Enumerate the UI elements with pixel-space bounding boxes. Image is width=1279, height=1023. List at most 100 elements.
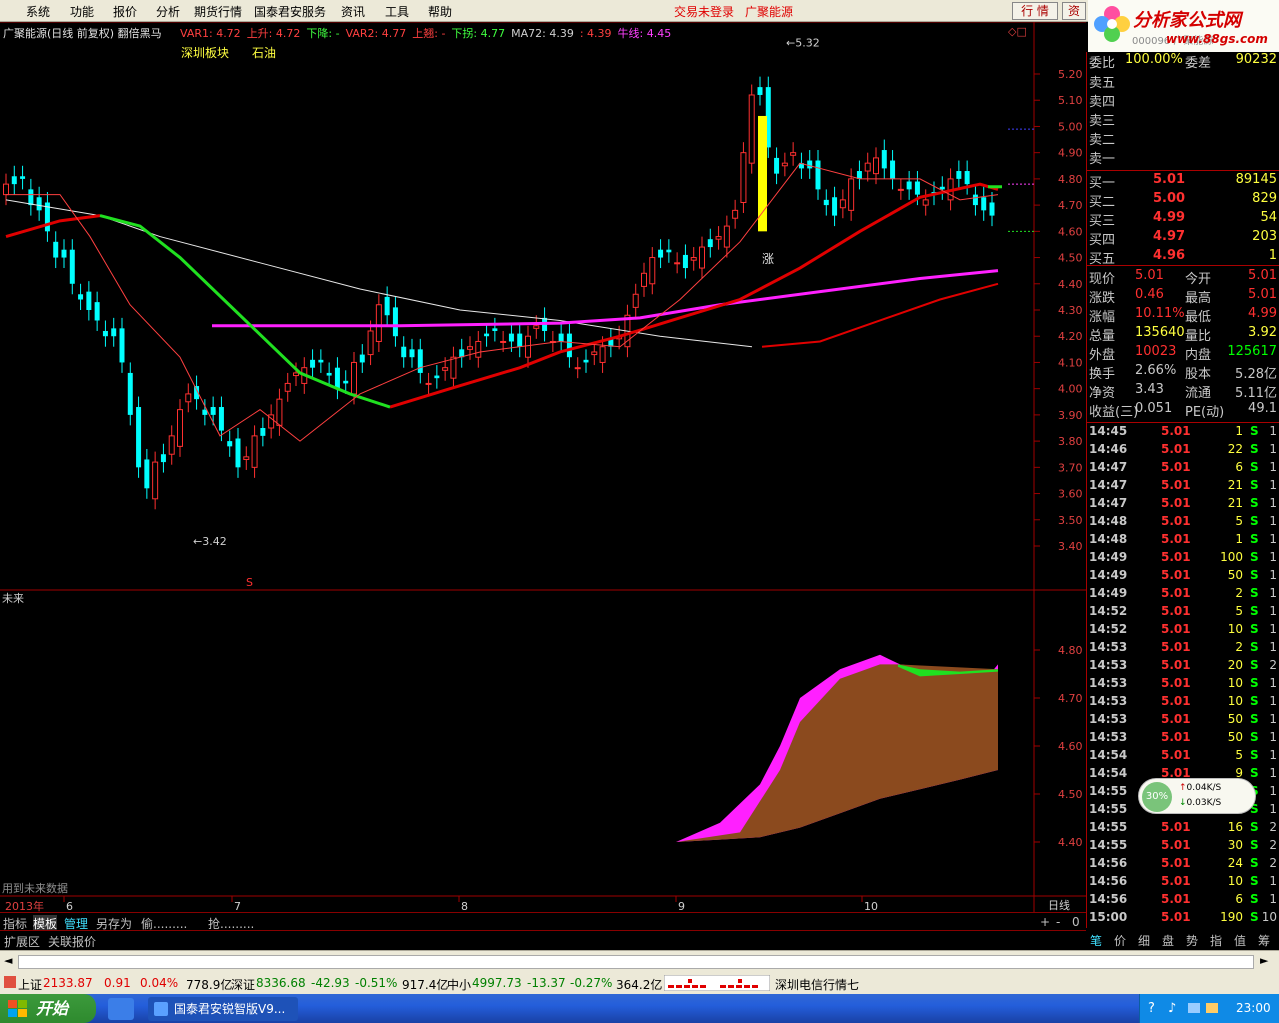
candle-body[interactable] <box>781 162 788 167</box>
candle-body[interactable] <box>467 346 473 350</box>
candle-body[interactable] <box>260 428 266 436</box>
candle-body[interactable] <box>649 257 656 285</box>
menu-futures[interactable]: 期货行情 <box>194 3 242 20</box>
candle-body[interactable] <box>334 367 340 389</box>
candle-body[interactable] <box>873 157 879 175</box>
candle-body[interactable] <box>3 183 9 196</box>
candle-body[interactable] <box>864 162 871 172</box>
quote-tab-5[interactable]: 指 <box>1210 932 1222 949</box>
candle-body[interactable] <box>897 188 904 191</box>
candle-body[interactable] <box>732 209 739 219</box>
candle-body[interactable] <box>591 351 598 356</box>
candle-body[interactable] <box>36 197 42 211</box>
menu-tools[interactable]: 工具 <box>385 3 409 20</box>
quote-tab-4[interactable]: 势 <box>1186 932 1198 949</box>
candle-body[interactable] <box>343 380 349 384</box>
scroll-track[interactable] <box>18 955 1254 969</box>
candle-body[interactable] <box>127 372 133 415</box>
candle-body[interactable] <box>11 176 17 185</box>
candle-body[interactable] <box>61 249 67 258</box>
tab-extension[interactable]: 扩展区 <box>4 933 40 950</box>
taskbar-app-button[interactable]: 国泰君安锐智版V9... <box>148 997 298 1021</box>
candle-body[interactable] <box>227 441 233 447</box>
quote-tab-6[interactable]: 值 <box>1234 932 1246 949</box>
menu-quote[interactable]: 报价 <box>113 3 137 20</box>
candle-body[interactable] <box>475 340 482 358</box>
limit-up-candle[interactable] <box>758 115 767 232</box>
quick-launch-icon[interactable] <box>108 998 134 1020</box>
kline-chart-panel[interactable]: 5.20 5.10 5.00 4.90 4.80 4.70 4.60 4.50 4.40 4.30… <box>0 22 1086 916</box>
candle-body[interactable] <box>210 407 216 415</box>
clock[interactable]: 23:00 <box>1236 1001 1271 1015</box>
candle-body[interactable] <box>94 302 100 321</box>
scroll-strip[interactable]: ◄ ► <box>0 950 1279 972</box>
candle-body[interactable] <box>160 454 166 463</box>
quote-tab-1[interactable]: 价 <box>1114 932 1126 949</box>
candle-body[interactable] <box>136 407 142 468</box>
candle-body[interactable] <box>658 249 664 258</box>
candle-body[interactable] <box>890 160 896 179</box>
candle-body[interactable] <box>185 393 192 403</box>
candle-body[interactable] <box>839 199 846 209</box>
period-label[interactable]: 日线 <box>1048 897 1070 913</box>
candle-body[interactable] <box>558 333 564 342</box>
candle-body[interactable] <box>375 304 382 342</box>
menu-help[interactable]: 帮助 <box>428 3 452 20</box>
candle-body[interactable] <box>641 272 647 287</box>
candle-body[interactable] <box>284 382 291 392</box>
candle-body[interactable] <box>674 262 681 265</box>
menu-service[interactable]: 国泰君安服务 <box>254 3 326 20</box>
candle-body[interactable] <box>492 328 498 331</box>
candle-body[interactable] <box>177 409 183 447</box>
quote-tab-0[interactable]: 笔 <box>1090 932 1102 949</box>
login-status[interactable]: 交易未登录 <box>674 3 734 20</box>
tag-sector[interactable]: 深圳板块 <box>181 44 229 61</box>
candle-body[interactable] <box>525 335 531 358</box>
candle-body[interactable] <box>434 375 440 379</box>
candle-body[interactable] <box>119 328 125 363</box>
candle-body[interactable] <box>326 372 332 376</box>
tray-app-icon[interactable] <box>1206 1003 1218 1013</box>
candle-body[interactable] <box>922 199 929 206</box>
trade-mode-button[interactable]: 资 <box>1062 2 1086 20</box>
candle-body[interactable] <box>450 356 457 379</box>
candle-body[interactable] <box>906 181 912 190</box>
candle-body[interactable] <box>508 333 514 342</box>
candle-body[interactable] <box>566 333 572 358</box>
menu-news[interactable]: 资讯 <box>341 3 365 20</box>
scroll-left-icon[interactable]: ◄ <box>4 954 12 967</box>
menu-analysis[interactable]: 分析 <box>156 3 180 20</box>
candle-body[interactable] <box>318 359 324 363</box>
candle-body[interactable] <box>417 349 423 373</box>
candle-body[interactable] <box>78 294 84 300</box>
chart-window-controls[interactable]: ◇□ <box>1008 25 1027 38</box>
candle-body[interactable] <box>574 367 581 370</box>
menu-function[interactable]: 功能 <box>70 3 94 20</box>
volume-icon[interactable]: ♪ <box>1168 1001 1176 1016</box>
candle-body[interactable] <box>392 307 398 337</box>
candle-body[interactable] <box>251 435 258 468</box>
candle-body[interactable] <box>152 461 159 500</box>
candle-body[interactable] <box>699 246 705 269</box>
candle-body[interactable] <box>989 202 995 216</box>
start-button[interactable]: 开始 <box>0 994 96 1023</box>
candle-body[interactable] <box>384 296 390 316</box>
candle-body[interactable] <box>972 194 978 206</box>
candle-body[interactable] <box>964 171 970 185</box>
candle-body[interactable] <box>881 150 887 169</box>
candle-body[interactable] <box>715 236 722 240</box>
candle-body[interactable] <box>723 225 730 248</box>
candle-body[interactable] <box>409 349 415 358</box>
stock-link[interactable]: 广聚能源 <box>745 3 793 20</box>
candle-body[interactable] <box>599 346 606 363</box>
candle-body[interactable] <box>666 249 672 253</box>
quote-tab-2[interactable]: 细 <box>1138 932 1150 949</box>
kline-chart-svg[interactable]: 5.20 5.10 5.00 4.90 4.80 4.70 4.60 4.50 4.40 4.30… <box>0 22 1086 916</box>
candle-body[interactable] <box>310 359 316 368</box>
network-icon[interactable] <box>1188 1003 1200 1013</box>
scroll-right-icon[interactable]: ► <box>1260 954 1268 967</box>
candle-body[interactable] <box>856 171 862 179</box>
quote-tab-3[interactable]: 盘 <box>1162 932 1174 949</box>
candle-body[interactable] <box>939 186 945 190</box>
reset-button[interactable]: 0 <box>1072 915 1080 929</box>
